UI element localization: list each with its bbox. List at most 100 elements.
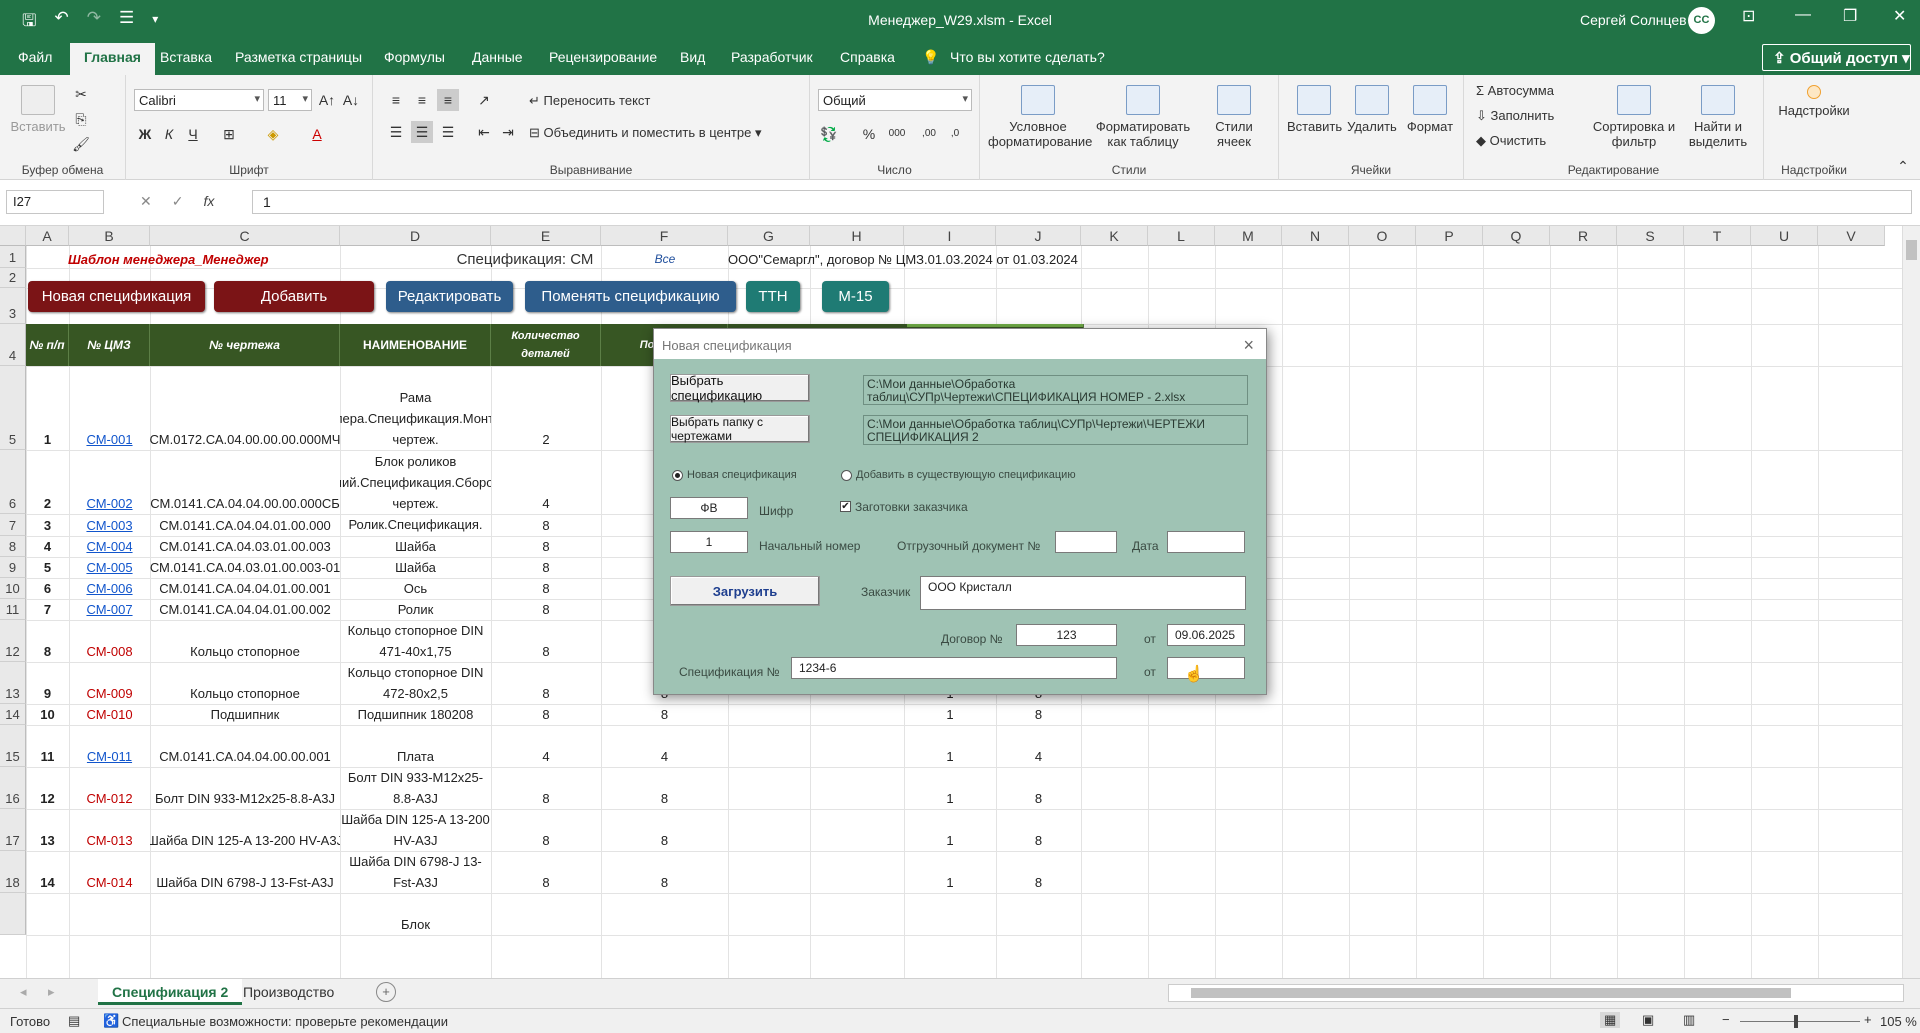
align-bottom-icon[interactable]: ≡ [437, 89, 459, 111]
close-icon[interactable]: ✕ [1893, 6, 1906, 26]
find-select-button[interactable]: Найти и выделить [1680, 85, 1756, 149]
folder-path-field[interactable]: C:\Мои данные\Обработка таблиц\СУПр\Черт… [863, 415, 1248, 445]
cell-code[interactable]: СМ-002 [69, 450, 150, 514]
cell-draw[interactable]: СМ.0141.СА.04.03.01.00.003 [150, 536, 340, 557]
underline-button[interactable]: Ч [182, 123, 204, 145]
spec-label[interactable]: Спецификация: СМ [440, 248, 610, 270]
copy-icon[interactable]: ⎘ [70, 108, 92, 130]
cell-j[interactable]: 4 [996, 725, 1081, 767]
tell-me-search[interactable]: Что вы хотите сделать? [950, 49, 1105, 65]
cell-j[interactable] [996, 893, 1081, 935]
zoom-in-icon[interactable]: + [1864, 1012, 1872, 1027]
cell-name[interactable]: Ролик [340, 599, 491, 620]
cell-draw[interactable]: Болт DIN 933-M12х25-8.8-A3J [150, 767, 340, 809]
avatar[interactable]: СС [1688, 7, 1715, 34]
cell-n[interactable]: 7 [26, 599, 69, 620]
sheet-tab-active[interactable]: Спецификация 2 [98, 979, 243, 1005]
cell-f[interactable] [601, 893, 728, 935]
cell-qty[interactable]: 8 [491, 536, 601, 557]
minimize-icon[interactable]: — [1795, 6, 1811, 24]
cell-n[interactable]: 2 [26, 450, 69, 514]
paste-button[interactable]: Вставить [8, 85, 68, 134]
spec-date-input[interactable] [1167, 657, 1245, 679]
cell-qty[interactable]: 8 [491, 578, 601, 599]
row-header[interactable]: 9 [0, 557, 26, 578]
column-header[interactable]: O [1349, 226, 1416, 246]
choose-folder-button[interactable]: Выбрать папку с чертежами [670, 415, 810, 443]
cell-code[interactable]: СМ-010 [69, 704, 150, 725]
m15-button[interactable]: М-15 [822, 281, 889, 312]
row-header[interactable]: 15 [0, 725, 26, 767]
close-icon[interactable]: × [1243, 335, 1254, 356]
italic-button[interactable]: К [158, 123, 180, 145]
cell-qty[interactable]: 8 [491, 620, 601, 662]
add-sheet-icon[interactable]: + [376, 982, 396, 1002]
restore-icon[interactable]: ❐ [1843, 6, 1857, 26]
column-header[interactable]: R [1550, 226, 1617, 246]
row-header[interactable]: 12 [0, 620, 26, 662]
template-title[interactable]: Шаблон менеджера_Менеджер [68, 248, 308, 270]
cell-draw[interactable]: СМ.0141.СА.04.04.00.00.000СБ [150, 450, 340, 514]
column-header[interactable]: F [601, 226, 728, 246]
formula-input[interactable]: 1 [252, 190, 1912, 214]
cell-qty[interactable]: 8 [491, 851, 601, 893]
cell-i[interactable] [904, 893, 996, 935]
cell-code[interactable]: СМ-004 [69, 536, 150, 557]
column-header[interactable]: M [1215, 226, 1282, 246]
radio-add-existing-label[interactable]: Добавить в существующую спецификацию [856, 469, 1076, 481]
currency-icon[interactable]: 💱 [818, 123, 840, 145]
header-drawing[interactable]: № чертежа [150, 324, 340, 366]
contract-input[interactable]: 123 [1016, 624, 1117, 646]
cell-f[interactable]: 4 [601, 725, 728, 767]
cell-f[interactable]: 8 [601, 809, 728, 851]
column-header[interactable]: B [69, 226, 150, 246]
cell-qty[interactable]: 2 [491, 366, 601, 450]
cell-name[interactable]: Болт DIN 933-M12х25-8.8-A3J [340, 767, 491, 809]
cell-name[interactable]: Кольцо стопорное DIN 472-80х2,5 [340, 662, 491, 704]
accessibility-icon[interactable]: ♿ [103, 1013, 119, 1029]
cell-f[interactable]: 8 [601, 704, 728, 725]
sheet-tab-production[interactable]: Производство [229, 979, 348, 1005]
format-painter-icon[interactable]: 🖌 [70, 133, 92, 155]
cell-qty[interactable]: 8 [491, 557, 601, 578]
cell-name[interactable]: Шайба [340, 557, 491, 578]
cell-name[interactable]: Плата [340, 725, 491, 767]
next-sheet-icon[interactable]: ▸ [48, 984, 55, 1000]
sort-filter-button[interactable]: Сортировка и фильтр [1592, 85, 1676, 149]
header-qty[interactable]: Количество деталей [491, 324, 601, 366]
column-header[interactable]: V [1818, 226, 1885, 246]
collapse-ribbon-icon[interactable]: ⌃ [1892, 155, 1914, 177]
cell-qty[interactable]: 8 [491, 704, 601, 725]
number-format-select[interactable]: Общий [818, 89, 972, 111]
column-header[interactable]: Q [1483, 226, 1550, 246]
cell-code[interactable]: СМ-006 [69, 578, 150, 599]
zoom-out-icon[interactable]: − [1722, 1012, 1730, 1027]
font-color-icon[interactable]: A [306, 123, 328, 145]
column-header[interactable]: C [150, 226, 340, 246]
cell-draw[interactable]: СМ.0141.СА.04.04.00.00.001 [150, 725, 340, 767]
row-header[interactable]: 16 [0, 767, 26, 809]
cell-code[interactable]: СМ-005 [69, 557, 150, 578]
cancel-icon[interactable]: ✕ [140, 193, 152, 210]
add-button[interactable]: Добавить [214, 281, 374, 312]
cell-qty[interactable]: 8 [491, 514, 601, 536]
orientation-icon[interactable]: ↗ [473, 89, 495, 111]
cell-qty[interactable]: 4 [491, 450, 601, 514]
column-header[interactable]: I [904, 226, 996, 246]
select-all-corner[interactable] [0, 226, 26, 246]
code-input[interactable]: ФВ [670, 497, 748, 519]
tab-insert[interactable]: Вставка [160, 49, 212, 65]
column-header[interactable]: S [1617, 226, 1684, 246]
choose-spec-button[interactable]: Выбрать спецификацию [670, 373, 810, 403]
addins-button[interactable]: Надстройки [1772, 85, 1856, 118]
column-header[interactable]: A [26, 226, 69, 246]
enter-icon[interactable]: ✓ [172, 193, 184, 210]
cell-name[interactable]: Шайба DIN 125-A 13-200 HV-A3J [340, 809, 491, 851]
conditional-formatting-button[interactable]: Условное форматирование [988, 85, 1092, 149]
macro-icon[interactable]: ▤ [68, 1013, 80, 1029]
page-layout-view-icon[interactable]: ▣ [1642, 1012, 1654, 1028]
fill-color-icon[interactable]: ◈ [262, 123, 284, 145]
cell-name[interactable]: Шайба [340, 536, 491, 557]
row-header[interactable] [0, 893, 26, 935]
column-header[interactable]: E [491, 226, 601, 246]
